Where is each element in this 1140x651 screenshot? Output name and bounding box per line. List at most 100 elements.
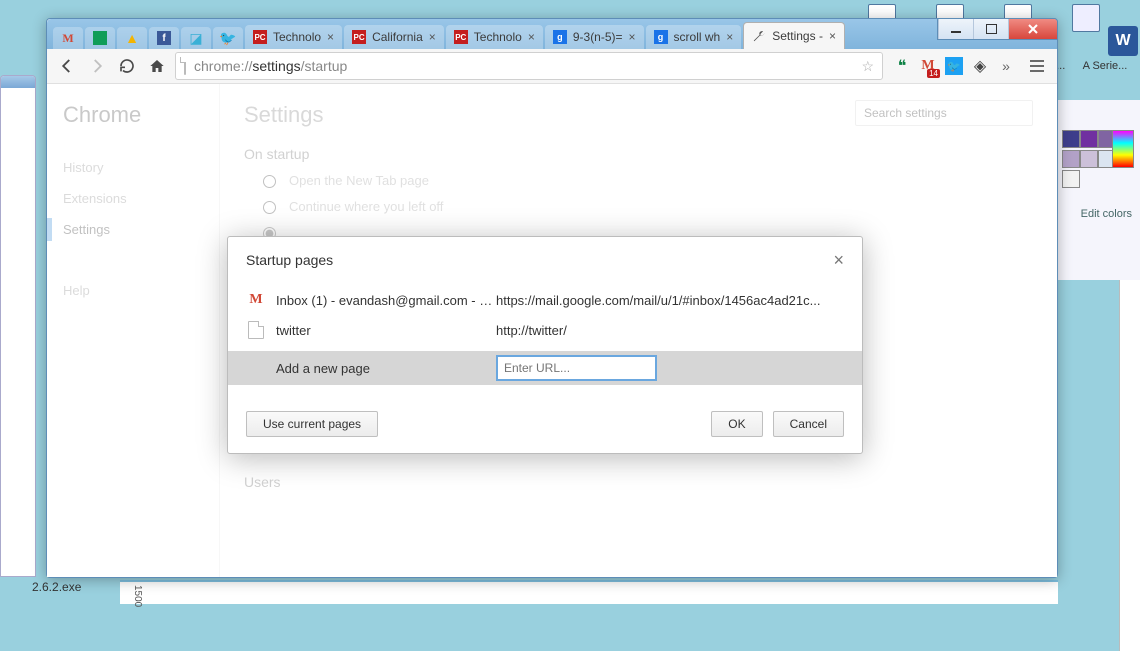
sidebar-item-settings[interactable]: Settings: [63, 214, 203, 245]
pinned-tab-drive[interactable]: ▲: [117, 27, 147, 49]
ruler-number: 1500: [132, 585, 143, 607]
page-url: https://mail.google.com/mail/u/1/#inbox/…: [496, 293, 844, 308]
word-edit-colors-label[interactable]: Edit colors: [1081, 208, 1132, 220]
tab[interactable]: PC Technolo ×: [245, 25, 342, 49]
sidebar-item-extensions[interactable]: Extensions: [63, 183, 203, 214]
back-button[interactable]: [55, 54, 79, 78]
radio-input[interactable]: [263, 175, 276, 188]
word-color-picker-icon[interactable]: [1112, 130, 1134, 168]
settings-sidebar: Chrome History Extensions Settings Help: [47, 84, 220, 577]
pinned-tab-gmail[interactable]: M: [53, 27, 83, 49]
tab-label: Technolo: [273, 30, 321, 44]
desktop-file-label: 2.6.2.exe: [32, 580, 81, 594]
page-icon: [184, 58, 186, 74]
tab[interactable]: PC Technolo ×: [446, 25, 543, 49]
extension-icon[interactable]: ◈: [971, 57, 989, 75]
cancel-button[interactable]: Cancel: [773, 411, 844, 437]
pinned-tab-sheets[interactable]: [85, 27, 115, 49]
forward-button[interactable]: [85, 54, 109, 78]
sheets-icon: [93, 31, 107, 45]
tab[interactable]: PC California ×: [344, 25, 444, 49]
tab-label: Settings -: [772, 29, 823, 43]
hangouts-icon[interactable]: ❝: [893, 57, 911, 75]
gmail-notifier-icon[interactable]: M 14: [919, 57, 937, 75]
gmail-badge-count: 14: [927, 69, 940, 78]
taskbar-icon[interactable]: [1072, 4, 1100, 32]
ok-button[interactable]: OK: [711, 411, 762, 437]
startup-page-row[interactable]: twitter http://twitter/: [246, 315, 844, 345]
app-icon: ◪: [189, 30, 202, 47]
add-page-url-input[interactable]: [496, 355, 657, 381]
startup-option-continue[interactable]: Continue where you left off: [258, 198, 1033, 214]
tab[interactable]: g scroll wh ×: [646, 25, 742, 49]
gmail-icon: M: [246, 292, 266, 308]
tab-label: Technolo: [474, 30, 522, 44]
settings-page: Chrome History Extensions Settings Help …: [47, 84, 1057, 577]
dialog-title: Startup pages: [246, 252, 333, 268]
home-button[interactable]: [145, 54, 169, 78]
pinned-tab-generic[interactable]: ◪: [181, 27, 211, 49]
page-icon: [246, 321, 266, 339]
tab-label: 9-3(n-5)=: [573, 30, 623, 44]
extension-icons: ❝ M 14 🐦 ◈ »: [889, 57, 1019, 75]
section-users: Users: [244, 474, 1033, 490]
startup-option-newtab[interactable]: Open the New Tab page: [258, 172, 1033, 188]
tab-close-icon[interactable]: ×: [429, 30, 436, 44]
page-title: twitter: [276, 323, 496, 338]
tab-close-icon[interactable]: ×: [327, 30, 334, 44]
startup-pages-dialog: Startup pages × M Inbox (1) - evandash@g…: [227, 236, 863, 454]
bookmark-star-icon[interactable]: ☆: [861, 58, 874, 75]
tab-close-icon[interactable]: ×: [829, 29, 836, 43]
section-on-startup: On startup: [244, 146, 1033, 162]
reload-button[interactable]: [115, 54, 139, 78]
page-url: http://twitter/: [496, 323, 844, 338]
chrome-window: M ▲ f ◪ 🐦 PC Technolo × PC California × …: [46, 18, 1058, 578]
chrome-menu-button[interactable]: [1025, 54, 1049, 78]
sidebar-item-history[interactable]: History: [63, 152, 203, 183]
sidebar-brand: Chrome: [63, 102, 203, 128]
word-ribbon-sliver: Edit colors: [1057, 100, 1140, 280]
use-current-pages-button[interactable]: Use current pages: [246, 411, 378, 437]
drive-icon: ▲: [125, 30, 139, 46]
settings-icon: [752, 29, 766, 43]
browser-toolbar: chrome://settings/startup ☆ ❝ M 14 🐦 ◈ »: [47, 49, 1057, 84]
google-icon: g: [553, 30, 567, 44]
twitter-icon: 🐦: [219, 30, 236, 47]
pcmag-icon: PC: [352, 30, 366, 44]
tab-strip: M ▲ f ◪ 🐦 PC Technolo × PC California × …: [47, 19, 1057, 49]
overflow-icon[interactable]: »: [997, 57, 1015, 75]
url-text: chrome://settings/startup: [194, 58, 347, 74]
word-vertical-ruler: [1119, 280, 1140, 651]
window-minimize-button[interactable]: [938, 19, 973, 39]
tab-close-icon[interactable]: ×: [528, 30, 535, 44]
pcmag-icon: PC: [253, 30, 267, 44]
window-controls: [937, 18, 1058, 40]
facebook-icon: f: [157, 31, 171, 45]
pcmag-icon: PC: [454, 30, 468, 44]
startup-page-row[interactable]: M Inbox (1) - evandash@gmail.com - Gmail…: [246, 285, 844, 315]
tab-close-icon[interactable]: ×: [629, 30, 636, 44]
dialog-close-icon[interactable]: ×: [833, 251, 844, 269]
page-title: Inbox (1) - evandash@gmail.com - Gmail: [276, 293, 496, 308]
window-close-button[interactable]: [1008, 19, 1057, 39]
twitter-ext-icon[interactable]: 🐦: [945, 57, 963, 75]
window-maximize-button[interactable]: [973, 19, 1008, 39]
gmail-icon: M: [62, 31, 73, 46]
desktop-shortcut-label: A Serie...: [1080, 60, 1130, 72]
pinned-tab-facebook[interactable]: f: [149, 27, 179, 49]
sidebar-item-help[interactable]: Help: [63, 275, 203, 306]
tab-label: California: [372, 30, 423, 44]
radio-label: Open the New Tab page: [289, 173, 429, 188]
radio-input[interactable]: [263, 201, 276, 214]
address-bar[interactable]: chrome://settings/startup ☆: [175, 52, 883, 80]
tab[interactable]: g 9-3(n-5)= ×: [545, 25, 644, 49]
pinned-tab-twitter[interactable]: 🐦: [213, 27, 243, 49]
word-horizontal-ruler: 1500: [120, 580, 1058, 604]
tab-close-icon[interactable]: ×: [726, 30, 733, 44]
add-page-label: Add a new page: [276, 361, 496, 376]
background-window-sliver: [0, 75, 36, 577]
tab-active[interactable]: Settings - ×: [743, 22, 845, 49]
word-app-icon[interactable]: W: [1108, 26, 1138, 56]
google-icon: g: [654, 30, 668, 44]
search-settings-input[interactable]: [855, 100, 1033, 126]
